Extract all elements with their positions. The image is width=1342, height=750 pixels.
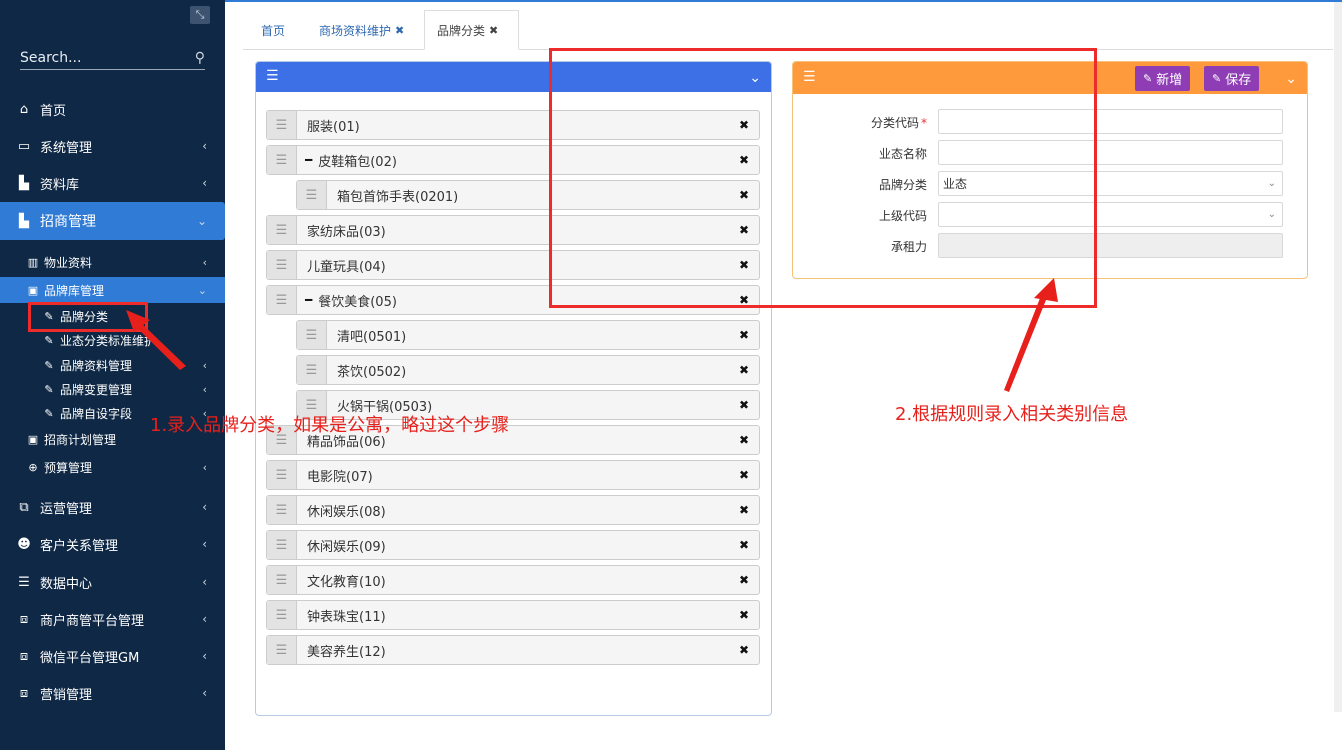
arrow-step2 — [1004, 278, 1058, 392]
annotation-arrows — [126, 278, 1058, 392]
arrow-step1 — [126, 310, 186, 370]
